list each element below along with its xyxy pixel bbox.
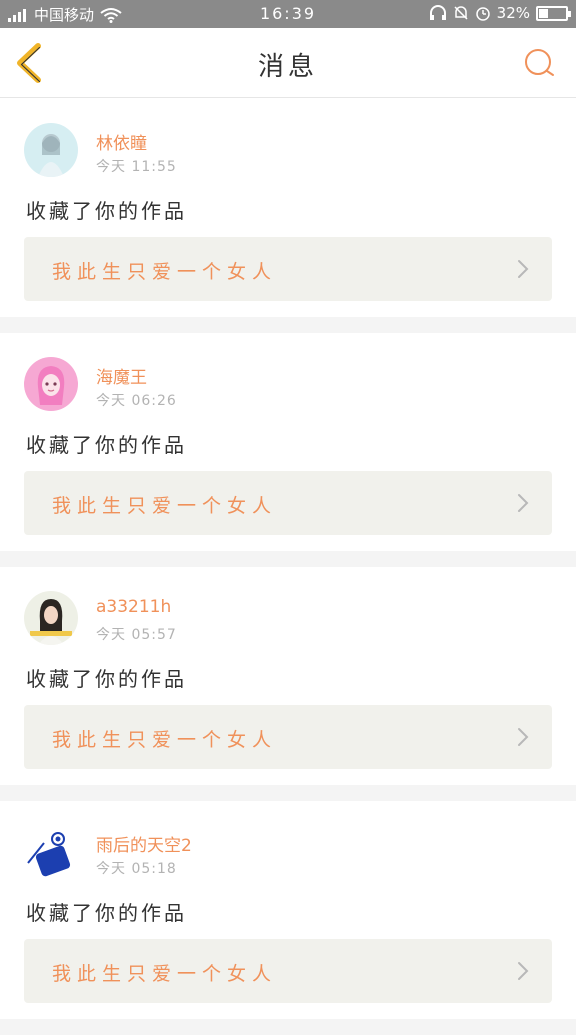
header: 消息 bbox=[0, 28, 576, 98]
message-card: a33211h 今天 05:57 收藏了你的作品 我此生只爱一个女人 bbox=[0, 567, 576, 785]
username[interactable]: 海魔王 bbox=[96, 363, 147, 388]
work-title: 我此生只爱一个女人 bbox=[52, 729, 278, 751]
avatar-image-1 bbox=[24, 123, 78, 177]
battery-icon bbox=[536, 5, 571, 21]
chevron-right-icon bbox=[518, 728, 529, 746]
work-title: 我此生只爱一个女人 bbox=[52, 495, 278, 517]
page-title: 消息 bbox=[257, 52, 318, 82]
battery-percent: 32% bbox=[496, 4, 530, 22]
username[interactable]: a33211h bbox=[96, 597, 171, 617]
search-button[interactable] bbox=[522, 46, 556, 80]
timestamp: 今天 06:26 bbox=[96, 393, 177, 409]
timestamp: 今天 11:55 bbox=[96, 159, 177, 175]
message-feed: 林依瞳 今天 11:55 收藏了你的作品 我此生只爱一个女人 海魔王 今天 06… bbox=[0, 99, 576, 1035]
action-text: 收藏了你的作品 bbox=[26, 901, 187, 925]
separator bbox=[0, 317, 576, 333]
timestamp: 今天 05:18 bbox=[96, 861, 177, 877]
bell-mute-icon bbox=[454, 6, 468, 20]
work-link[interactable]: 我此生只爱一个女人 bbox=[24, 237, 552, 301]
avatar[interactable] bbox=[24, 825, 78, 879]
status-bar: 中国移动 16:39 32% bbox=[0, 0, 576, 28]
search-icon bbox=[525, 49, 554, 76]
username[interactable]: 雨后的天空2 bbox=[96, 831, 192, 856]
separator bbox=[0, 1019, 576, 1035]
chevron-right-icon bbox=[518, 494, 529, 512]
chevron-right-icon bbox=[518, 962, 529, 980]
action-text: 收藏了你的作品 bbox=[26, 199, 187, 223]
status-right: 32% bbox=[429, 4, 571, 22]
separator bbox=[0, 551, 576, 567]
message-card: 林依瞳 今天 11:55 收藏了你的作品 我此生只爱一个女人 bbox=[0, 99, 576, 317]
action-text: 收藏了你的作品 bbox=[26, 433, 187, 457]
work-title: 我此生只爱一个女人 bbox=[52, 963, 278, 985]
avatar-image-3 bbox=[24, 591, 78, 645]
work-title: 我此生只爱一个女人 bbox=[52, 261, 278, 283]
avatar[interactable] bbox=[24, 591, 78, 645]
separator bbox=[0, 785, 576, 801]
work-link[interactable]: 我此生只爱一个女人 bbox=[24, 705, 552, 769]
avatar[interactable] bbox=[24, 357, 78, 411]
chevron-right-icon bbox=[518, 260, 529, 278]
message-card: 海魔王 今天 06:26 收藏了你的作品 我此生只爱一个女人 bbox=[0, 333, 576, 551]
work-link[interactable]: 我此生只爱一个女人 bbox=[24, 471, 552, 535]
avatar-image-2 bbox=[24, 357, 78, 411]
username[interactable]: 林依瞳 bbox=[96, 129, 147, 154]
message-card: 雨后的天空2 今天 05:18 收藏了你的作品 我此生只爱一个女人 bbox=[0, 801, 576, 1019]
avatar-image-4 bbox=[24, 825, 78, 879]
headphones-icon bbox=[429, 5, 446, 20]
action-text: 收藏了你的作品 bbox=[26, 667, 187, 691]
timestamp: 今天 05:57 bbox=[96, 627, 177, 643]
avatar[interactable] bbox=[24, 123, 78, 177]
alarm-icon bbox=[475, 7, 490, 21]
work-link[interactable]: 我此生只爱一个女人 bbox=[24, 939, 552, 1003]
battery-fill bbox=[539, 8, 548, 18]
